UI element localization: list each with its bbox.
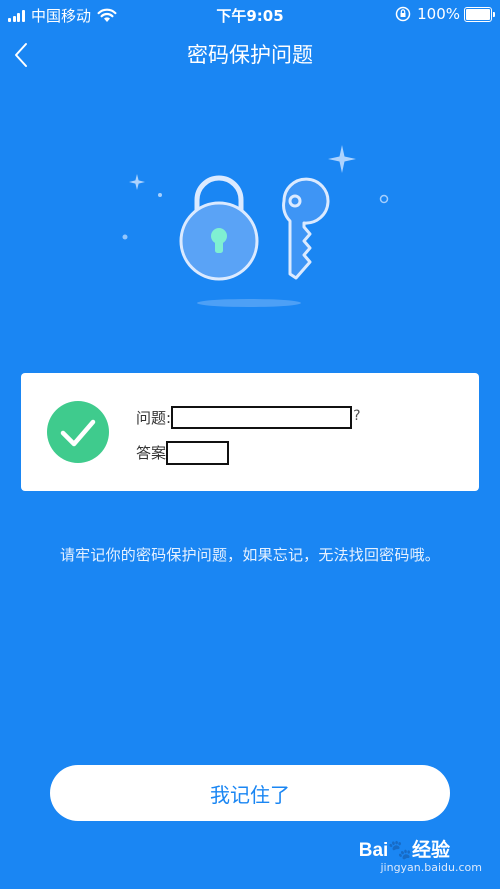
key-icon: [282, 177, 330, 280]
shadow: [197, 299, 301, 307]
padlock-icon: [179, 175, 259, 281]
hint-text: 请牢记你的密码保护问题，如果忘记，无法找回密码哦。: [59, 546, 440, 564]
status-bar: 中国移动 下午9:05 100%: [0, 0, 500, 30]
dot-icon: [122, 234, 128, 240]
question-row: 问题: ?: [136, 406, 361, 429]
watermark: Bai🐾经验 jingyan.baidu.com: [332, 835, 482, 879]
sparkle-icon: [328, 145, 356, 173]
nav-bar: 密码保护问题: [0, 30, 500, 80]
ring-icon: [379, 194, 389, 204]
watermark-logo: Bai🐾经验: [358, 840, 450, 861]
orientation-lock-icon: [395, 6, 411, 22]
status-right: 100%: [395, 5, 495, 23]
redacted-answer: [166, 441, 230, 465]
sparkle-icon: [129, 174, 145, 190]
confirm-remembered-button[interactable]: 我记住了: [50, 765, 450, 821]
answer-row: 答案: [136, 441, 230, 465]
dot-icon: [158, 193, 162, 197]
watermark-url: jingyan.baidu.com: [380, 861, 482, 874]
battery-percent: 100%: [417, 5, 460, 23]
battery-icon: [464, 6, 495, 22]
answer-label: 答案: [136, 444, 167, 462]
redacted-question: [171, 406, 353, 429]
security-question-card: 问题: ? 答案: [21, 373, 479, 491]
page-title: 密码保护问题: [187, 43, 313, 67]
question-suffix: ?: [353, 407, 361, 424]
question-label: 问题:: [136, 408, 172, 427]
lock-and-key-illustration: [122, 145, 389, 307]
check-circle-icon: [47, 401, 109, 463]
battery-fill: [466, 8, 490, 20]
